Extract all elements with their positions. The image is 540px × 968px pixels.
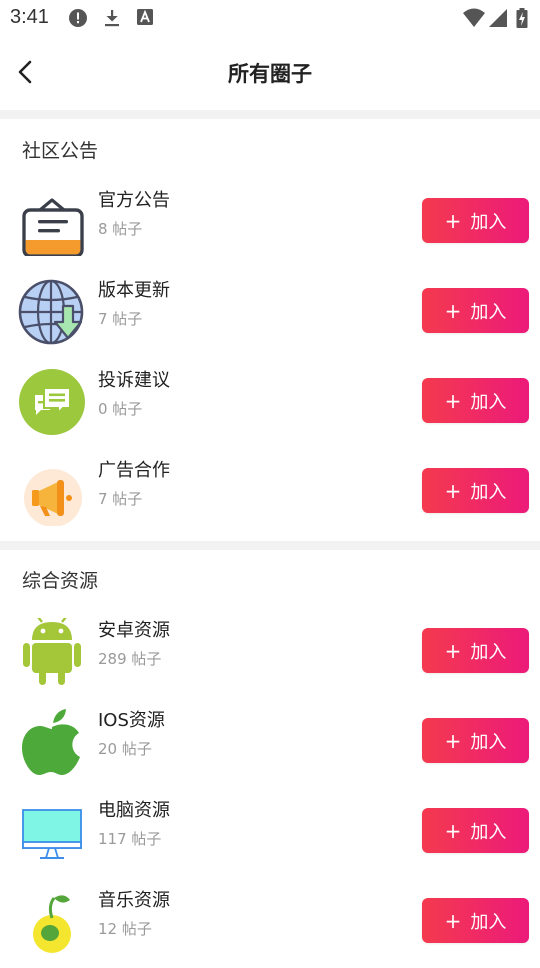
post-count: 7 帖子 <box>98 310 143 328</box>
list-item[interactable]: IOS资源 20 帖子 + 加入 <box>0 698 540 788</box>
join-button[interactable]: + 加入 <box>422 718 529 763</box>
wifi-icon <box>463 8 485 27</box>
list-item[interactable]: 音乐资源 12 帖子 + 加入 <box>0 878 540 968</box>
post-count: 8 帖子 <box>98 220 143 238</box>
join-label: 加入 <box>470 211 507 233</box>
join-button[interactable]: + 加入 <box>422 808 529 853</box>
plus-icon: + <box>444 638 462 663</box>
battery-charging-icon <box>516 8 528 28</box>
plus-icon: + <box>444 388 462 413</box>
status-time: 3:41 <box>10 6 49 28</box>
list-item[interactable]: 官方公告 8 帖子 + 加入 <box>0 178 540 268</box>
join-label: 加入 <box>470 391 507 413</box>
plus-icon: + <box>444 298 462 323</box>
join-label: 加入 <box>470 911 507 933</box>
circle-name: 音乐资源 <box>98 890 170 911</box>
plus-icon: + <box>444 208 462 233</box>
apple-icon <box>22 709 80 775</box>
list-item[interactable]: 投诉建议 0 帖子 + 加入 <box>0 358 540 448</box>
list-item[interactable]: 安卓资源 289 帖子 + 加入 <box>0 608 540 698</box>
list-item[interactable]: 广告合作 7 帖子 + 加入 <box>0 448 540 538</box>
download-icon <box>105 10 119 27</box>
circle-name: 广告合作 <box>98 460 170 481</box>
post-count: 20 帖子 <box>98 740 152 758</box>
app-header: 所有圈子 <box>0 36 540 108</box>
join-label: 加入 <box>470 481 507 503</box>
page-title: 所有圈子 <box>228 62 312 86</box>
status-bar: 3:41 <box>0 0 540 36</box>
font-icon <box>137 9 153 25</box>
join-button[interactable]: + 加入 <box>422 378 529 423</box>
globe-download-icon <box>18 279 84 345</box>
join-button[interactable]: + 加入 <box>422 288 529 333</box>
section-divider <box>0 541 540 550</box>
join-button[interactable]: + 加入 <box>422 198 529 243</box>
section-title-community-notice: 社区公告 <box>22 140 99 162</box>
post-count: 117 帖子 <box>98 830 162 848</box>
post-count: 289 帖子 <box>98 650 162 668</box>
section-title-resources: 综合资源 <box>22 570 99 592</box>
megaphone-icon <box>24 469 82 526</box>
section-divider <box>0 110 540 119</box>
alert-icon <box>69 9 87 27</box>
join-button[interactable]: + 加入 <box>422 468 529 513</box>
list-item[interactable]: 电脑资源 117 帖子 + 加入 <box>0 788 540 878</box>
android-icon <box>23 618 81 685</box>
list-item[interactable]: 版本更新 7 帖子 + 加入 <box>0 268 540 358</box>
join-label: 加入 <box>470 731 507 753</box>
post-count: 12 帖子 <box>98 920 152 938</box>
join-button[interactable]: + 加入 <box>422 628 529 673</box>
circle-name: IOS资源 <box>98 710 165 731</box>
signal-icon <box>489 9 507 27</box>
plus-icon: + <box>444 818 462 843</box>
join-label: 加入 <box>470 301 507 323</box>
music-sprout-icon <box>33 895 71 953</box>
plus-icon: + <box>444 478 462 503</box>
post-count: 0 帖子 <box>98 400 143 418</box>
circle-name: 投诉建议 <box>98 370 170 391</box>
join-label: 加入 <box>470 641 507 663</box>
monitor-icon <box>22 809 82 859</box>
plus-icon: + <box>444 908 462 933</box>
chat-bubbles-icon <box>19 369 85 435</box>
circle-name: 电脑资源 <box>98 800 170 821</box>
plus-icon: + <box>444 728 462 753</box>
circle-name: 官方公告 <box>98 190 170 211</box>
circle-name: 安卓资源 <box>98 620 170 641</box>
notice-board-icon <box>22 198 84 256</box>
join-button[interactable]: + 加入 <box>422 898 529 943</box>
circle-name: 版本更新 <box>98 280 170 301</box>
post-count: 7 帖子 <box>98 490 143 508</box>
join-label: 加入 <box>470 821 507 843</box>
